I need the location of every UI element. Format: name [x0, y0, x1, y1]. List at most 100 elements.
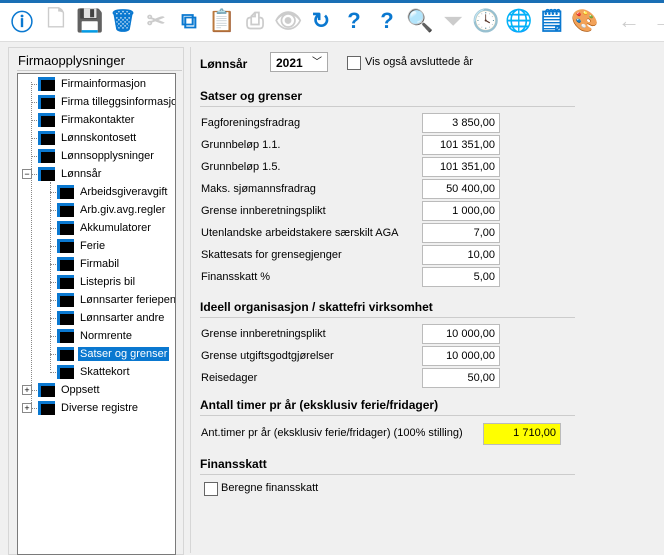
folder-icon: [38, 131, 55, 145]
new-document-icon[interactable]: 🗋: [42, 6, 70, 35]
tree-item-label: Lønnskontosett: [61, 132, 137, 144]
tree-item[interactable]: Diverse registre: [38, 399, 140, 417]
value-input[interactable]: 7,00: [422, 223, 500, 243]
value-input[interactable]: 10 000,00: [422, 346, 500, 366]
tree-item[interactable]: Firmainformasjon: [38, 75, 148, 93]
folder-icon: [57, 293, 74, 307]
tree-item-label: Firma tilleggsinformasjon: [61, 96, 176, 108]
cut-icon[interactable]: ✂: [142, 7, 170, 35]
tree-item[interactable]: Listepris bil: [57, 273, 137, 291]
tree-item[interactable]: Akkumulatorer: [57, 219, 153, 237]
folder-icon: [57, 365, 74, 379]
calculate-financial-tax-label: Beregne finansskatt: [221, 482, 319, 494]
folder-icon: [57, 275, 74, 289]
tree-item[interactable]: Lønnsarter andre: [57, 309, 166, 327]
chevron-down-icon: ﹀: [312, 57, 322, 68]
back-arrow-icon[interactable]: ←: [615, 7, 643, 35]
show-closed-years-checkbox[interactable]: [347, 56, 361, 70]
search-icon[interactable]: 🔍: [406, 7, 434, 35]
section-title: Satser og grenser: [200, 89, 303, 103]
value-input[interactable]: 50 400,00: [422, 179, 500, 199]
year-select[interactable]: 2021 ﹀: [270, 52, 328, 72]
tree-item-label: Akkumulatorer: [80, 222, 151, 234]
tree-item[interactable]: Skattekort: [57, 363, 132, 381]
document-help-icon[interactable]: ?: [373, 7, 401, 35]
value-input[interactable]: 50,00: [422, 368, 500, 388]
tree-item-label: Ferie: [80, 240, 106, 252]
value-input[interactable]: 101 351,00: [422, 157, 500, 177]
paste-icon[interactable]: 📋: [208, 7, 236, 35]
value-input[interactable]: 10,00: [422, 245, 500, 265]
expand-icon[interactable]: +: [22, 403, 32, 413]
palette-icon[interactable]: 🎨: [571, 7, 599, 35]
tree-item[interactable]: Lønnskontosett: [38, 129, 138, 147]
company-info-panel: Firmaopplysninger Firmainformasjon Firma …: [8, 47, 184, 555]
help-icon[interactable]: ?: [340, 7, 368, 35]
tree-item[interactable]: Firmabil: [57, 255, 121, 273]
tree-item[interactable]: Arbeidsgiveravgift: [57, 183, 169, 201]
field-label: Finansskatt %: [201, 271, 271, 283]
tree-item[interactable]: Firmakontakter: [38, 111, 136, 129]
year-label: Lønnsår: [200, 57, 248, 71]
tree-item-label: Lønnsopplysninger: [61, 150, 154, 162]
divider: [200, 317, 575, 318]
field-label: Fagforeningsfradrag: [201, 117, 301, 129]
note-icon[interactable]: 🗒: [538, 7, 566, 35]
tree-item[interactable]: Satser og grenser: [57, 345, 170, 363]
folder-icon: [38, 401, 55, 415]
forward-arrow-icon[interactable]: →: [650, 7, 664, 35]
field-label: Skattesats for grensegjenger: [201, 249, 342, 261]
folder-icon: [57, 203, 74, 217]
tree-item[interactable]: Ferie: [57, 237, 107, 255]
history-clock-icon[interactable]: 🕓: [472, 7, 500, 35]
value-input[interactable]: 3 850,00: [422, 113, 500, 133]
tree-item[interactable]: Lønnsarter feriepenger: [57, 291, 175, 309]
print-icon[interactable]: ⎙: [241, 7, 269, 35]
folder-icon: [57, 257, 74, 271]
value-input[interactable]: 10 000,00: [422, 324, 500, 344]
tree-item-label: Firmabil: [80, 258, 120, 270]
folder-icon: [57, 329, 74, 343]
refresh-icon[interactable]: ↻: [307, 7, 335, 35]
folder-icon: [38, 167, 55, 181]
tree-item-label: Oppsett: [61, 384, 100, 396]
save-icon[interactable]: 💾: [76, 7, 104, 35]
section-title: Finansskatt: [200, 457, 267, 471]
divider: [17, 70, 182, 71]
info-icon[interactable]: ⓘ: [8, 7, 36, 35]
filter-icon[interactable]: ⏷: [439, 7, 467, 35]
tree-item[interactable]: Oppsett: [38, 381, 102, 399]
tree-item[interactable]: Firma tilleggsinformasjon: [38, 93, 176, 111]
field-label: Reisedager: [201, 372, 258, 384]
tree-item-label: Normrente: [80, 330, 132, 342]
tree-item[interactable]: Lønnsår: [38, 165, 103, 183]
value-input[interactable]: 1 000,00: [422, 201, 500, 221]
folder-icon: [38, 383, 55, 397]
folder-icon: [38, 95, 55, 109]
divider: [200, 415, 575, 416]
calculate-financial-tax-checkbox[interactable]: [204, 482, 218, 496]
value-input[interactable]: 5,00: [422, 267, 500, 287]
value-input[interactable]: 101 351,00: [422, 135, 500, 155]
tree-item[interactable]: Normrente: [57, 327, 134, 345]
tree-item-label: Listepris bil: [80, 276, 136, 288]
value-input[interactable]: 1 710,00: [483, 423, 561, 445]
tree-item-label: Skattekort: [80, 366, 130, 378]
expand-icon[interactable]: +: [22, 385, 32, 395]
tree-item-label: Firmakontakter: [61, 114, 135, 126]
collapse-icon[interactable]: −: [22, 169, 32, 179]
tree-item-label: Satser og grenser: [78, 347, 170, 361]
tree-item-label: Diverse registre: [61, 402, 139, 414]
folder-icon: [57, 239, 74, 253]
main-panel: Lønnsår 2021 ﹀ Vis også avsluttede år Sat…: [190, 47, 664, 553]
copy-icon[interactable]: ⧉: [175, 7, 203, 35]
tree-item[interactable]: Lønnsopplysninger: [38, 147, 156, 165]
globe-icon[interactable]: 🌐: [505, 7, 533, 35]
field-label: Grense innberetningsplikt: [201, 205, 326, 217]
preview-eye-icon[interactable]: 👁: [274, 7, 302, 35]
panel-title: Firmaopplysninger: [18, 53, 125, 68]
tree-item[interactable]: Arb.giv.avg.regler: [57, 201, 167, 219]
field-label: Ant.timer pr år (eksklusiv ferie/fridage…: [201, 427, 463, 439]
field-label: Grense innberetningsplikt: [201, 328, 326, 340]
delete-icon[interactable]: 🗑: [109, 7, 137, 35]
